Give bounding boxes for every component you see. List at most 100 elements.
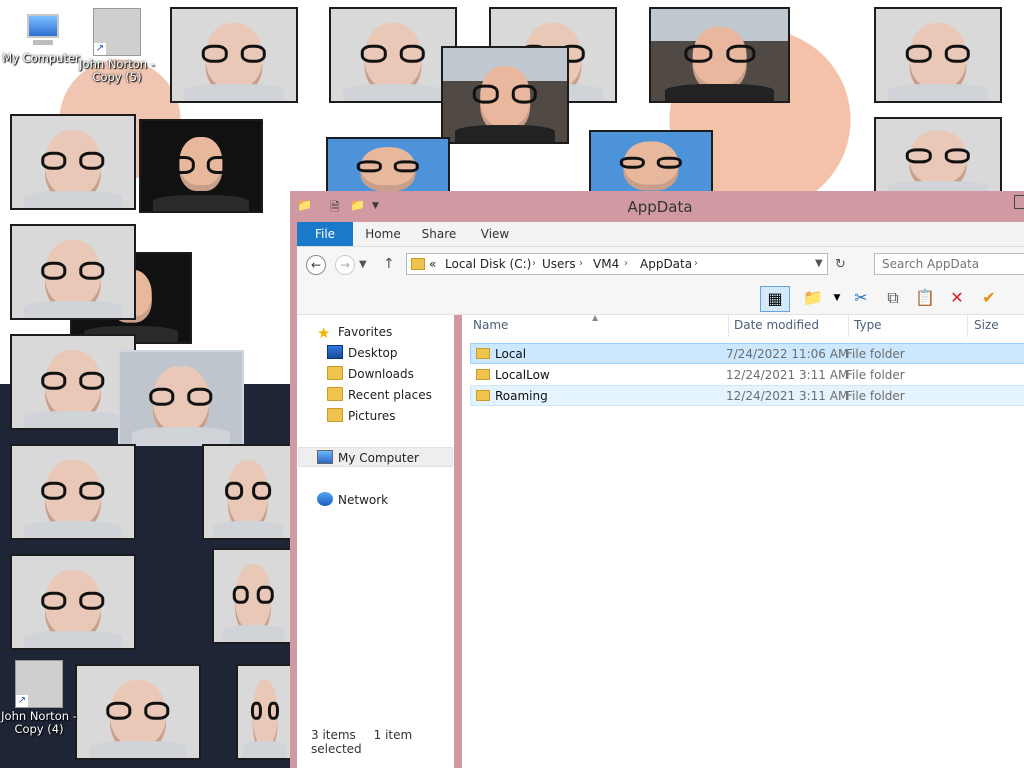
desktop-icon-label: My Computer [2, 51, 80, 65]
chevron-down-icon[interactable]: ▼ [824, 286, 850, 310]
nav-label: Downloads [348, 367, 414, 381]
shortcut-icon [93, 8, 141, 56]
explorer-window: 📁 🗎 📁 ▼ AppData File Home Share View ← →… [290, 191, 1024, 768]
properties-icon[interactable]: 📁 [800, 286, 826, 310]
forward-button[interactable]: → [335, 255, 355, 275]
status-bar: 3 items 1 item selected [311, 728, 454, 756]
desktop-icon-label: John Norton - Copy (4) [1, 709, 77, 736]
star-icon: ★ [317, 324, 331, 342]
window-title: AppData [627, 198, 693, 216]
photo-thumbnail[interactable] [139, 119, 263, 213]
up-arrow-icon[interactable]: ↑ [383, 254, 395, 274]
file-list: ▲ Name Date modified Type Size Local 7/2… [462, 313, 1024, 768]
nav-recent-places[interactable]: Recent places [327, 385, 432, 405]
tab-file[interactable]: File [297, 222, 353, 246]
photo-thumbnail[interactable] [326, 137, 450, 197]
sort-up-icon: ▲ [592, 313, 599, 322]
photo-thumbnail[interactable] [10, 114, 136, 210]
photo-thumbnail[interactable] [212, 548, 294, 644]
tab-home[interactable]: Home [361, 222, 405, 246]
photo-thumbnail[interactable] [874, 117, 1002, 197]
photo-thumbnail[interactable] [118, 350, 244, 446]
check-icon[interactable]: ✔ [976, 286, 1002, 310]
photo-thumbnail[interactable] [874, 7, 1002, 103]
tab-view[interactable]: View [473, 222, 517, 246]
desktop-icon [327, 345, 343, 359]
chevron-right-icon[interactable]: › [532, 254, 536, 274]
photo-thumbnail[interactable] [441, 46, 569, 144]
column-divider[interactable] [728, 315, 729, 337]
preview-pane-icon[interactable]: ▦ [760, 286, 790, 312]
chevron-right-icon[interactable]: › [624, 254, 628, 274]
nav-pictures[interactable]: Pictures [327, 406, 396, 426]
folder-icon [476, 348, 490, 359]
recent-places-icon [327, 387, 343, 401]
folder-icon [411, 258, 425, 270]
pictures-icon [327, 408, 343, 422]
column-header-type[interactable]: Type [854, 318, 882, 332]
folder-icon [476, 390, 490, 401]
column-header-name[interactable]: Name [473, 318, 508, 332]
column-header-date[interactable]: Date modified [734, 318, 819, 332]
breadcrumb-users[interactable]: Users [542, 254, 576, 274]
nav-downloads[interactable]: Downloads [327, 364, 414, 384]
column-divider[interactable] [848, 315, 849, 337]
maximize-button[interactable] [1014, 195, 1024, 209]
chevron-right-icon[interactable]: › [694, 254, 698, 274]
column-divider[interactable] [967, 315, 968, 337]
paste-icon[interactable]: 📋 [912, 286, 938, 310]
photo-thumbnail[interactable] [649, 7, 790, 103]
file-type: File folder [846, 389, 905, 403]
nav-my-computer[interactable]: My Computer [298, 447, 453, 467]
photo-thumbnail[interactable] [75, 664, 201, 760]
shortcut-desktop-icon[interactable]: John Norton - Copy (4) [0, 660, 80, 736]
chevron-down-icon[interactable]: ▼ [359, 255, 367, 275]
column-header-size[interactable]: Size [974, 318, 999, 332]
photo-thumbnail[interactable] [170, 7, 298, 103]
file-row-roaming[interactable]: Roaming 12/24/2021 3:11 AM File folder [470, 385, 1024, 406]
delete-icon[interactable]: ✕ [944, 286, 970, 310]
nav-label: Recent places [348, 388, 432, 402]
desktop-icon-label: John Norton - Copy (5) [79, 57, 155, 84]
file-name: Local [495, 347, 527, 361]
tab-share[interactable]: Share [417, 222, 461, 246]
cut-icon[interactable]: ✂ [848, 286, 874, 310]
copy-icon[interactable]: ⧉ [880, 286, 906, 310]
chevron-down-icon[interactable]: ▼ [815, 254, 823, 274]
column-headers: ▲ Name Date modified Type Size [462, 313, 1024, 337]
my-computer-desktop-icon[interactable]: My Computer [0, 10, 82, 65]
breadcrumb-appdata[interactable]: AppData [640, 254, 692, 274]
downloads-icon [327, 366, 343, 380]
photo-thumbnail[interactable] [10, 444, 136, 540]
refresh-icon[interactable]: ↻ [835, 255, 846, 275]
breadcrumb-overflow[interactable]: « [429, 254, 436, 274]
photo-thumbnail[interactable] [202, 444, 294, 540]
breadcrumb-vm4[interactable]: VM4 [593, 254, 619, 274]
file-name: LocalLow [495, 368, 550, 382]
navigation-bar: ← → ▼ ↑ « Local Disk (C:) › Users › VM4 … [297, 247, 1024, 282]
search-input[interactable] [874, 253, 1024, 275]
file-row-local[interactable]: Local 7/24/2022 11:06 AM File folder [470, 343, 1024, 364]
file-row-locallow[interactable]: LocalLow 12/24/2021 3:11 AM File folder [470, 364, 1024, 385]
title-bar[interactable]: 📁 🗎 📁 ▼ AppData [290, 191, 1024, 221]
back-button[interactable]: ← [306, 255, 326, 275]
folder-icon [476, 369, 490, 380]
computer-icon [21, 10, 61, 50]
nav-label: Favorites [338, 325, 393, 339]
nav-network[interactable]: Network [317, 490, 388, 510]
nav-label: Pictures [348, 409, 396, 423]
breadcrumb-local-disk[interactable]: Local Disk (C:) [445, 254, 531, 274]
shortcut-desktop-icon[interactable]: John Norton - Copy (5) [76, 8, 158, 84]
photo-thumbnail[interactable] [236, 664, 294, 760]
file-type: File folder [846, 368, 905, 382]
chevron-right-icon[interactable]: › [579, 254, 583, 274]
photo-thumbnail[interactable] [10, 224, 136, 320]
photo-thumbnail[interactable] [329, 7, 457, 103]
nav-desktop[interactable]: Desktop [327, 343, 398, 363]
file-date: 7/24/2022 11:06 AM [726, 347, 849, 361]
photo-thumbnail[interactable] [589, 130, 713, 197]
photo-thumbnail[interactable] [10, 554, 136, 650]
shortcut-icon [15, 660, 63, 708]
address-bar[interactable]: « Local Disk (C:) › Users › VM4 › AppDat… [406, 253, 828, 275]
nav-favorites[interactable]: ★ Favorites [317, 322, 392, 342]
